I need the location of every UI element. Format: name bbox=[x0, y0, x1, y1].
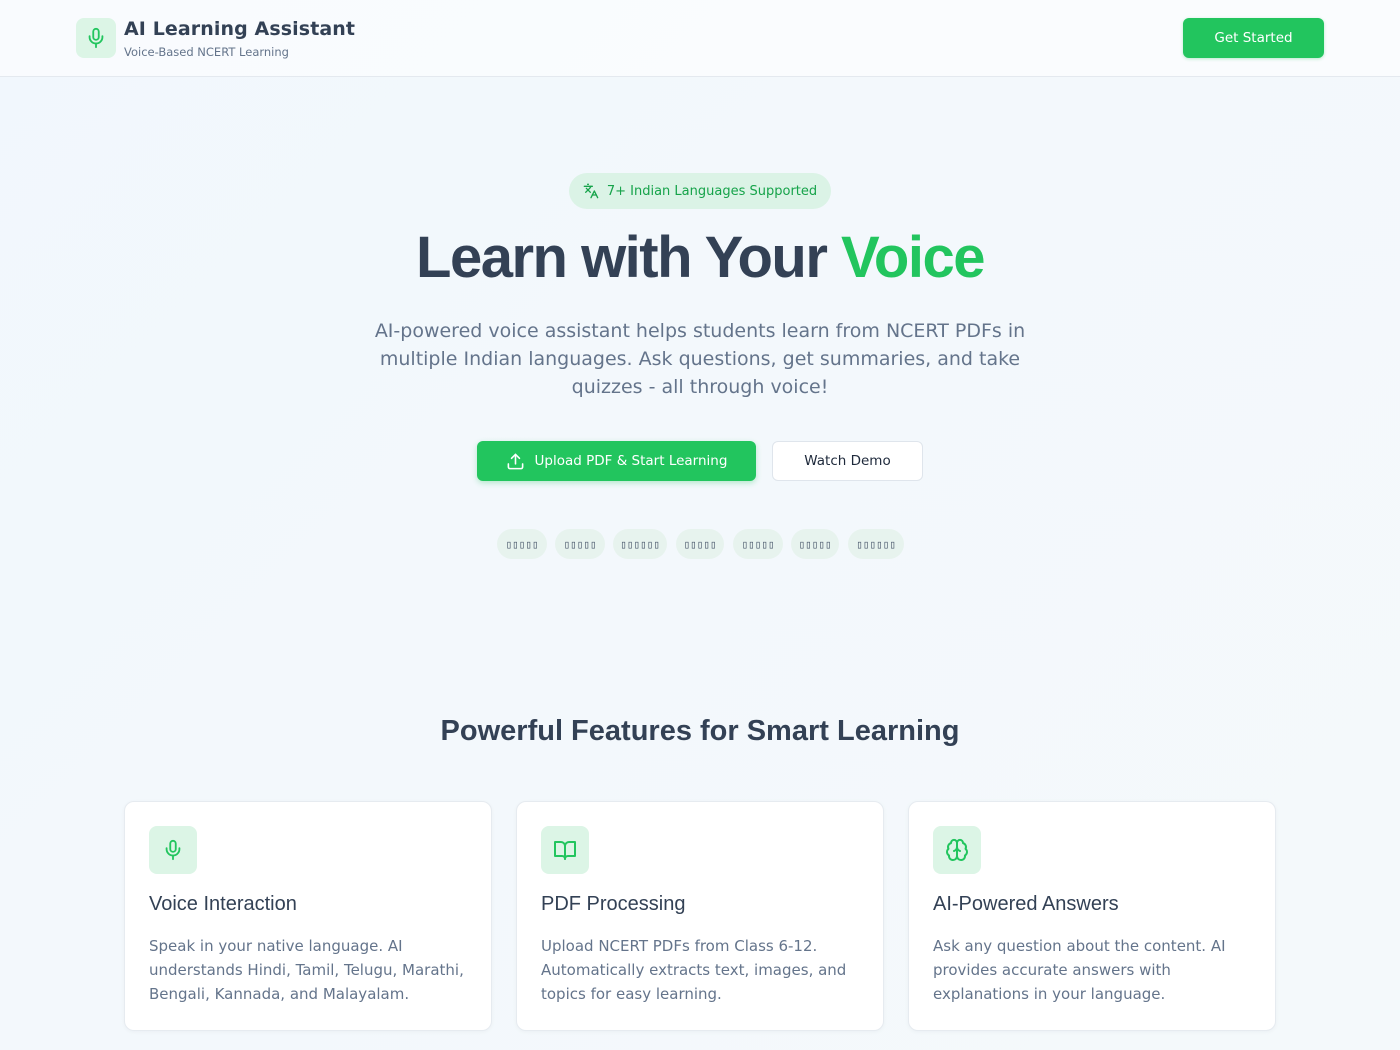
site-header: AI Learning Assistant Voice-Based NCERT … bbox=[0, 0, 1400, 77]
logo[interactable] bbox=[76, 18, 116, 58]
feature-card-voice: Voice Interaction Speak in your native l… bbox=[124, 801, 492, 1031]
hero-title-main: Learn with Your bbox=[416, 225, 842, 290]
feature-description: Upload NCERT PDFs from Class 6-12. Autom… bbox=[541, 937, 847, 1003]
feature-card-ai: AI-Powered Answers Ask any question abou… bbox=[908, 801, 1276, 1031]
book-open-icon bbox=[553, 838, 577, 862]
feature-card-pdf: PDF Processing Upload NCERT PDFs from Cl… bbox=[516, 801, 884, 1031]
translate-icon bbox=[583, 183, 599, 199]
get-started-button[interactable]: Get Started bbox=[1183, 18, 1324, 58]
feature-title: Voice Interaction bbox=[149, 893, 297, 915]
upload-button-label: Upload PDF & Start Learning bbox=[534, 453, 728, 469]
hero-title-accent: Voice bbox=[841, 225, 985, 290]
language-chip[interactable]: ▯▯▯▯▯▯ bbox=[613, 529, 667, 559]
language-chip[interactable]: ▯▯▯▯▯ bbox=[733, 529, 783, 559]
feature-title: AI-Powered Answers bbox=[933, 893, 1119, 915]
feature-icon-box bbox=[933, 826, 981, 874]
language-chip[interactable]: ▯▯▯▯▯ bbox=[555, 529, 605, 559]
language-chip[interactable]: ▯▯▯▯▯ bbox=[497, 529, 547, 559]
watch-demo-button[interactable]: Watch Demo bbox=[772, 441, 923, 481]
feature-icon-box bbox=[541, 826, 589, 874]
microphone-icon bbox=[162, 839, 184, 861]
language-chip[interactable]: ▯▯▯▯▯▯ bbox=[848, 529, 904, 559]
language-chip[interactable]: ▯▯▯▯▯ bbox=[676, 529, 724, 559]
feature-title: PDF Processing bbox=[541, 893, 686, 915]
brand-subtitle: Voice-Based NCERT Learning bbox=[124, 45, 289, 59]
language-chip[interactable]: ▯▯▯▯▯ bbox=[791, 529, 839, 559]
badge-text: 7+ Indian Languages Supported bbox=[606, 183, 818, 199]
features-title: Powerful Features for Smart Learning bbox=[440, 715, 960, 747]
feature-icon-box bbox=[149, 826, 197, 874]
hero-title: Learn with Your Voice bbox=[0, 224, 1400, 291]
brand-title: AI Learning Assistant bbox=[124, 18, 356, 40]
microphone-icon bbox=[85, 27, 107, 49]
feature-description: Ask any question about the content. AI p… bbox=[933, 937, 1226, 1003]
brain-icon bbox=[945, 838, 969, 862]
hero-description: AI-powered voice assistant helps student… bbox=[374, 320, 1026, 398]
upload-pdf-button[interactable]: Upload PDF & Start Learning bbox=[477, 441, 756, 481]
upload-icon bbox=[506, 452, 525, 471]
languages-badge: 7+ Indian Languages Supported bbox=[569, 173, 831, 209]
feature-description: Speak in your native language. AI unders… bbox=[149, 937, 464, 1003]
